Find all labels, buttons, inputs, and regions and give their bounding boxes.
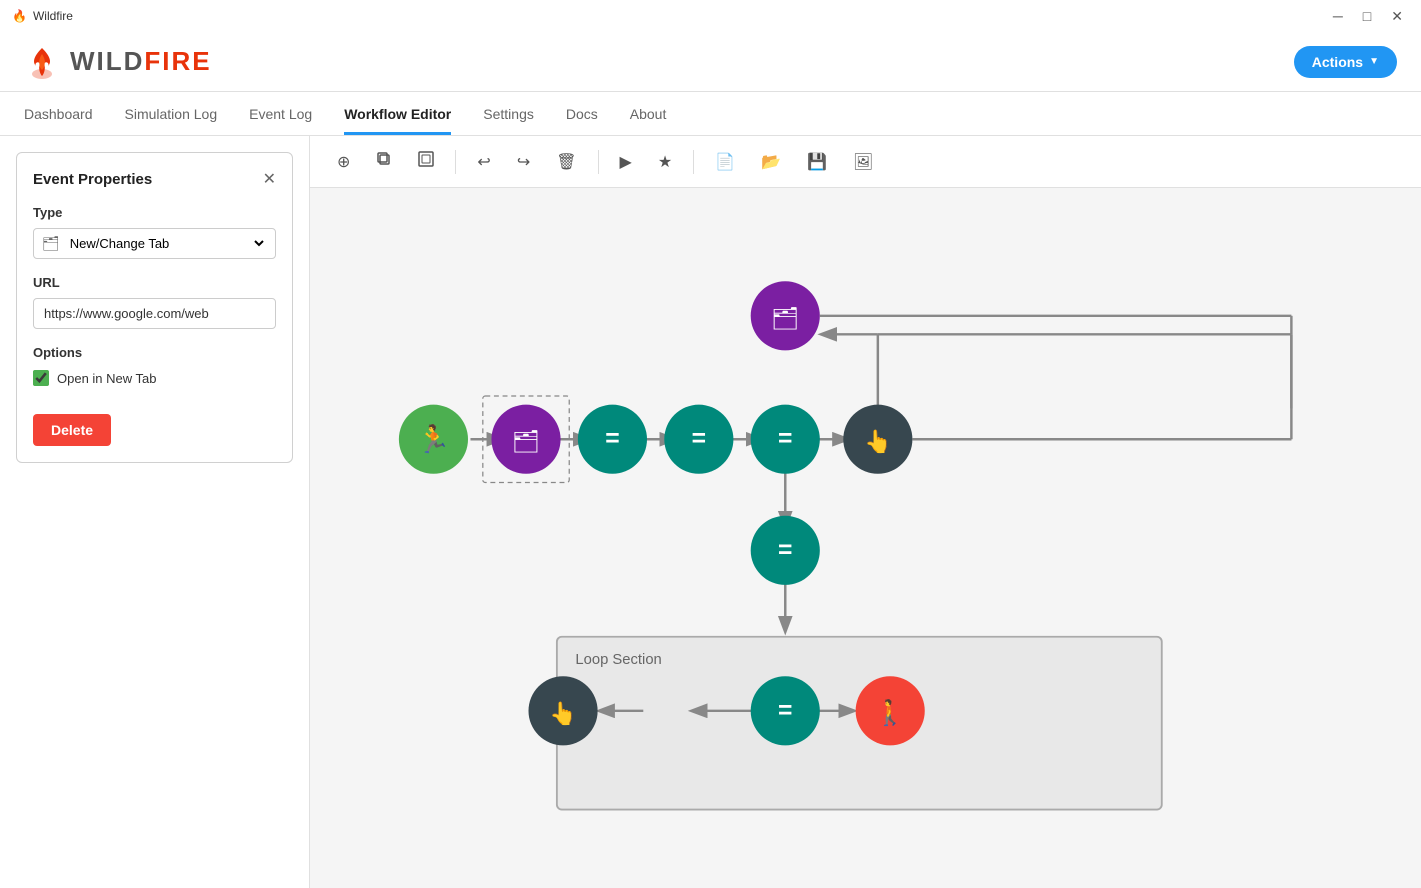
fit-button[interactable] bbox=[407, 144, 445, 179]
logo-flame-icon bbox=[24, 44, 60, 80]
svg-text:🚶: 🚶 bbox=[875, 698, 906, 727]
undo-button[interactable]: ↩ bbox=[466, 145, 501, 179]
header: WILDFIRE Actions bbox=[0, 32, 1421, 92]
toolbar-sep-2 bbox=[598, 150, 599, 174]
nav-dashboard[interactable]: Dashboard bbox=[24, 106, 93, 135]
main: Event Properties ✕ Type 🗂 New/Change Tab… bbox=[0, 136, 1421, 888]
nav-settings[interactable]: Settings bbox=[483, 106, 534, 135]
options-label: Options bbox=[33, 345, 276, 360]
maximize-button[interactable]: □ bbox=[1357, 6, 1377, 27]
toolbar-sep-1 bbox=[455, 150, 456, 174]
svg-text:=: = bbox=[692, 426, 706, 453]
node-tab2[interactable]: 🗂 bbox=[751, 281, 820, 350]
redo-button[interactable]: ↪ bbox=[506, 145, 541, 179]
url-input[interactable] bbox=[33, 298, 276, 329]
title-bar-controls: ─ □ ✕ bbox=[1327, 6, 1409, 27]
title-bar: 🔥 Wildfire ─ □ ✕ bbox=[0, 0, 1421, 32]
close-button[interactable]: ✕ bbox=[1385, 6, 1409, 27]
svg-text:=: = bbox=[778, 426, 792, 453]
nav-simulation-log[interactable]: Simulation Log bbox=[125, 106, 218, 135]
node-end[interactable]: 🚶 bbox=[856, 676, 925, 745]
type-select[interactable]: New/Change Tab Click Navigate Wait Extra… bbox=[66, 235, 267, 252]
logo-wild: WILD bbox=[70, 46, 144, 76]
app-icon: 🔥 bbox=[12, 9, 27, 23]
star-button[interactable]: ★ bbox=[647, 145, 683, 179]
new-file-button[interactable]: 📄 bbox=[704, 145, 746, 179]
add-button[interactable]: ⊕ bbox=[326, 145, 361, 179]
export-image-button[interactable]: 🖼 bbox=[842, 145, 884, 179]
title-bar-left: 🔥 Wildfire bbox=[12, 9, 73, 23]
sidebar: Event Properties ✕ Type 🗂 New/Change Tab… bbox=[0, 136, 310, 888]
svg-text:=: = bbox=[605, 426, 619, 453]
play-button[interactable]: ▶ bbox=[609, 145, 643, 179]
panel-title: Event Properties bbox=[33, 171, 152, 188]
svg-text:=: = bbox=[778, 697, 792, 724]
node-start[interactable]: 🏃 bbox=[399, 405, 468, 474]
type-select-wrapper: 🗂 New/Change Tab Click Navigate Wait Ext… bbox=[33, 228, 276, 259]
logo-fire: FIRE bbox=[144, 46, 211, 76]
svg-text:🗂: 🗂 bbox=[771, 306, 799, 331]
svg-text:👆: 👆 bbox=[549, 700, 577, 726]
panel-header: Event Properties ✕ bbox=[33, 169, 276, 189]
open-new-tab-label: Open in New Tab bbox=[57, 371, 157, 386]
svg-text:🏃: 🏃 bbox=[417, 424, 451, 455]
type-field-group: Type 🗂 New/Change Tab Click Navigate Wai… bbox=[33, 205, 276, 259]
workflow-canvas[interactable]: Loop Section bbox=[310, 188, 1421, 888]
logo: WILDFIRE bbox=[24, 44, 212, 80]
minimize-button[interactable]: ─ bbox=[1327, 6, 1349, 27]
event-properties-panel: Event Properties ✕ Type 🗂 New/Change Tab… bbox=[16, 152, 293, 463]
open-file-button[interactable]: 📂 bbox=[750, 145, 792, 179]
tab-icon: 🗂 bbox=[42, 235, 60, 252]
copy-button[interactable] bbox=[365, 144, 403, 179]
panel-close-button[interactable]: ✕ bbox=[263, 169, 276, 189]
node-action1[interactable]: = bbox=[578, 405, 647, 474]
nav-event-log[interactable]: Event Log bbox=[249, 106, 312, 135]
actions-button[interactable]: Actions bbox=[1294, 46, 1397, 78]
node-action5[interactable]: = bbox=[751, 676, 820, 745]
loop-section-label: Loop Section bbox=[575, 652, 661, 668]
node-action3[interactable]: = bbox=[751, 405, 820, 474]
nav-workflow-editor[interactable]: Workflow Editor bbox=[344, 106, 451, 135]
open-new-tab-row: Open in New Tab bbox=[33, 370, 276, 386]
delete-toolbar-button[interactable]: 🗑 bbox=[545, 145, 587, 179]
node-click1[interactable]: 👆 bbox=[843, 405, 912, 474]
node-click2[interactable]: 👆 bbox=[528, 676, 597, 745]
open-new-tab-checkbox[interactable] bbox=[33, 370, 49, 386]
nav-about[interactable]: About bbox=[630, 106, 667, 135]
svg-text:=: = bbox=[778, 537, 792, 564]
svg-text:👆: 👆 bbox=[864, 428, 892, 454]
nav: Dashboard Simulation Log Event Log Workf… bbox=[0, 92, 1421, 136]
node-tab1-selected[interactable]: 🗂 bbox=[483, 396, 569, 482]
toolbar: ⊕ ↩ ↪ 🗑 ▶ ★ 📄 📂 💾 🖼 bbox=[310, 136, 1421, 188]
options-group: Options Open in New Tab bbox=[33, 345, 276, 386]
node-action2[interactable]: = bbox=[664, 405, 733, 474]
nav-docs[interactable]: Docs bbox=[566, 106, 598, 135]
type-label: Type bbox=[33, 205, 276, 220]
workflow-svg: Loop Section bbox=[310, 188, 1421, 888]
svg-text:🗂: 🗂 bbox=[512, 429, 540, 454]
url-field-group: URL bbox=[33, 275, 276, 329]
node-action4[interactable]: = bbox=[751, 516, 820, 585]
delete-button[interactable]: Delete bbox=[33, 414, 111, 446]
toolbar-sep-3 bbox=[693, 150, 694, 174]
url-label: URL bbox=[33, 275, 276, 290]
logo-text: WILDFIRE bbox=[70, 46, 212, 77]
save-button[interactable]: 💾 bbox=[796, 145, 838, 179]
canvas-area: ⊕ ↩ ↪ 🗑 ▶ ★ 📄 📂 💾 🖼 Loop bbox=[310, 136, 1421, 888]
app-name: Wildfire bbox=[33, 9, 73, 23]
